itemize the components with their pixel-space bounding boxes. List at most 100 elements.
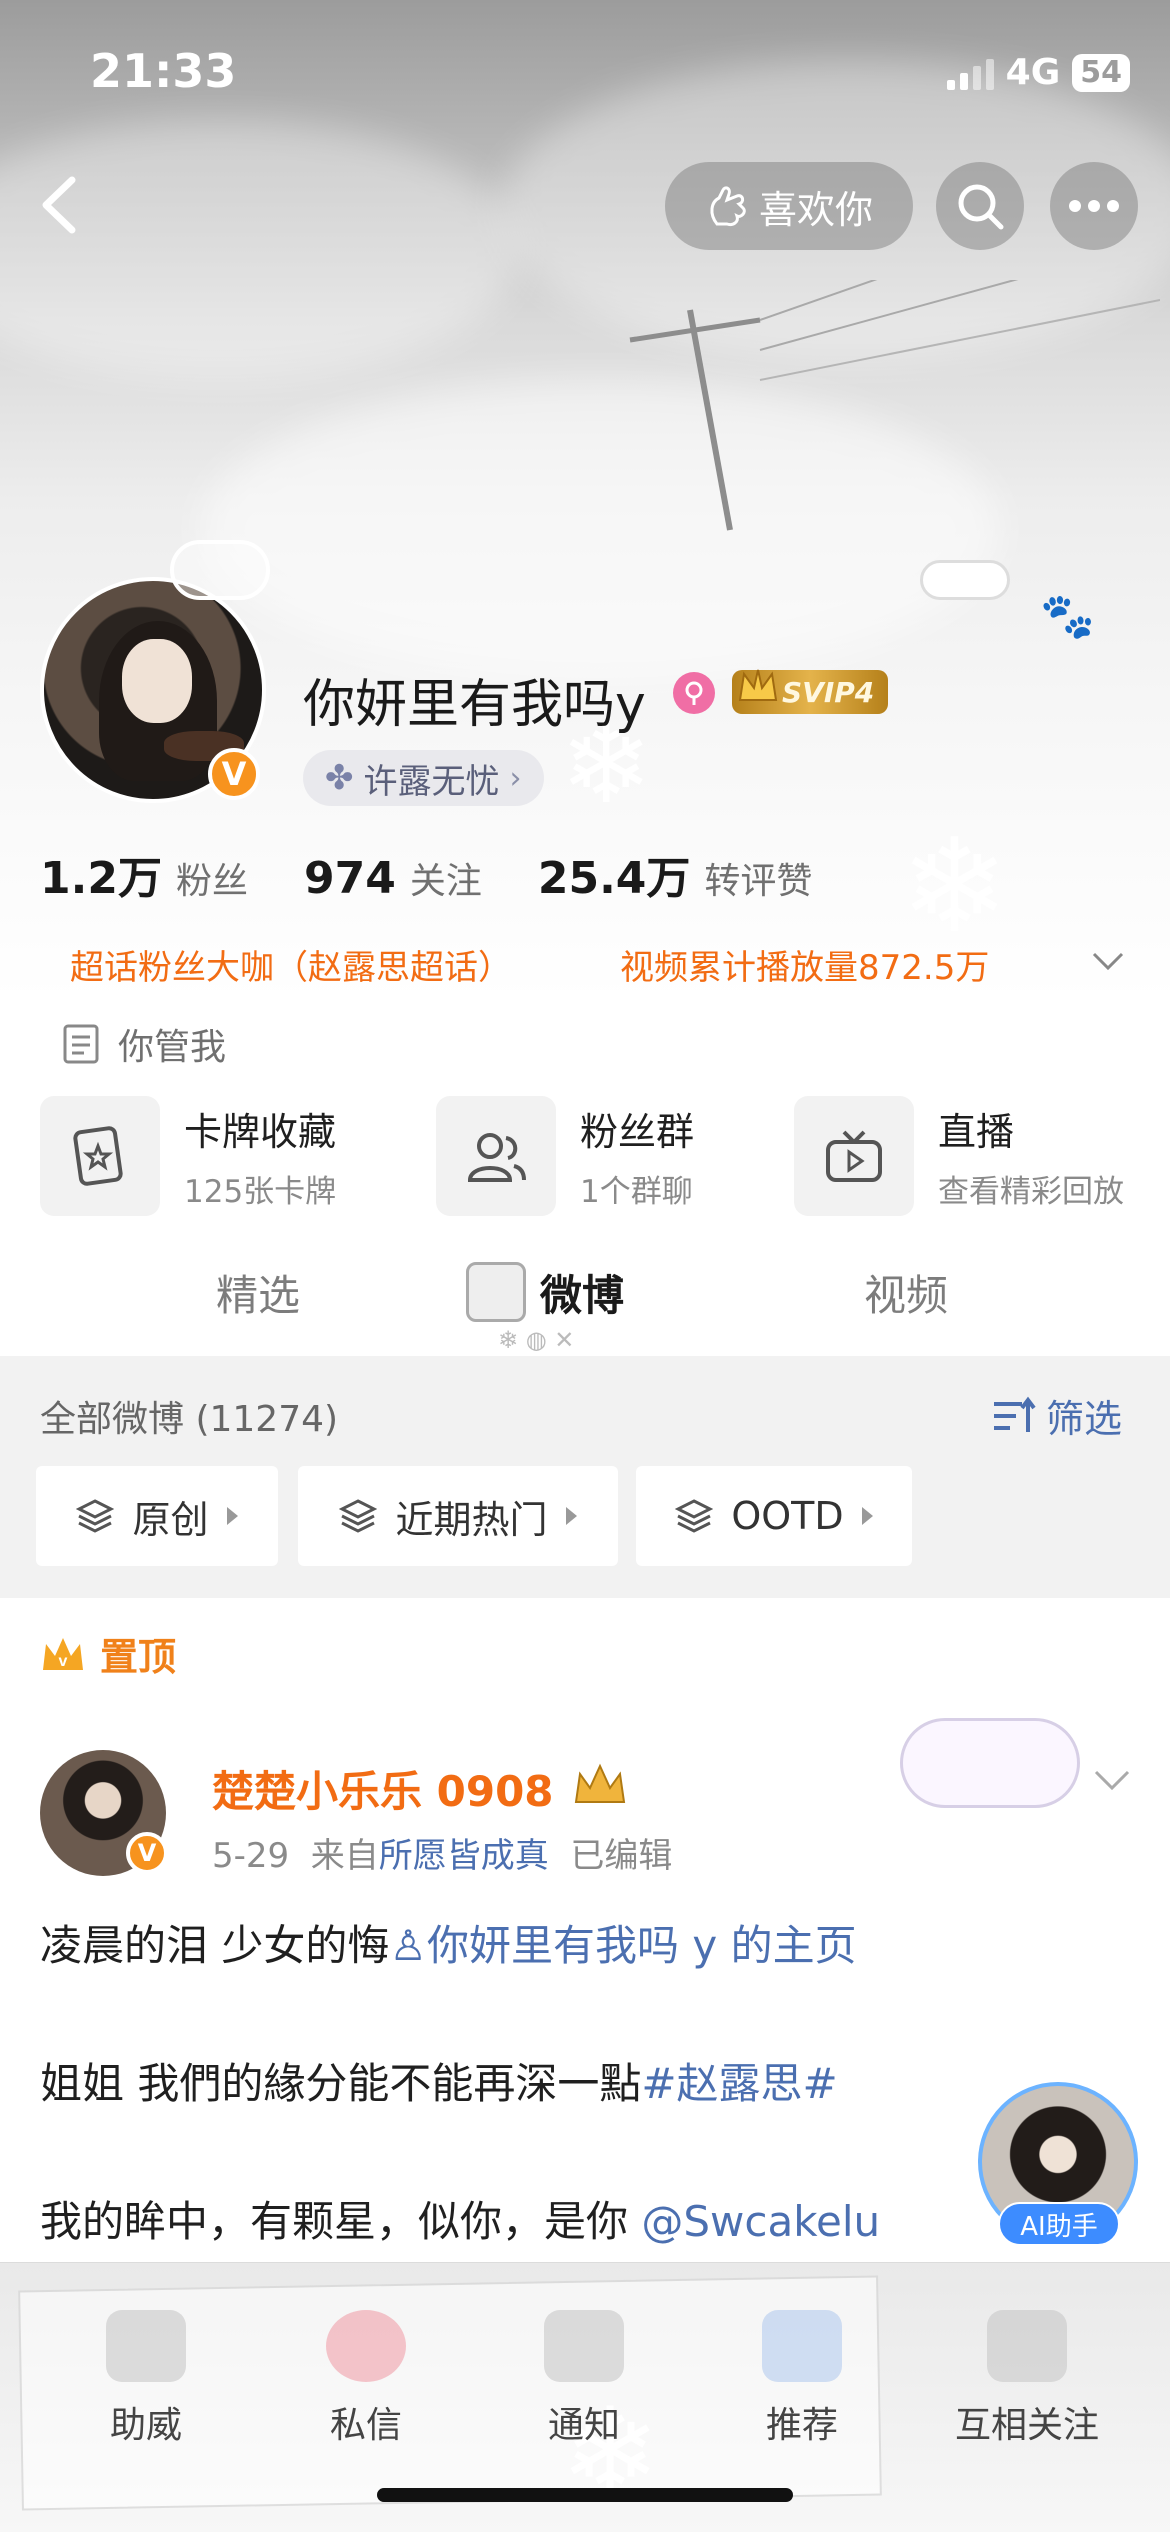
tab-featured[interactable]: 精选 xyxy=(216,1262,300,1323)
crown-icon xyxy=(738,669,778,701)
like-button[interactable]: 喜欢你 xyxy=(665,162,913,250)
tab-indicator-sticker-icon: ❄ ◍ ✕ xyxy=(498,1326,575,1354)
card-star-icon xyxy=(40,1096,160,1216)
post-line-2: 姐姐 我們的緣分能不能再深一點#赵露思# xyxy=(40,2050,838,2111)
fan-group-label: 许露无忧 xyxy=(363,761,500,802)
power-line-icon xyxy=(629,280,1160,531)
bone-sticker-icon xyxy=(920,560,1010,600)
post-from: 来自 xyxy=(310,1836,379,1876)
hand-icon xyxy=(710,186,746,226)
mutual-follow-label: 互相关注 xyxy=(954,2405,1099,2446)
recommend-label: 推荐 xyxy=(765,2405,838,2446)
pinned-text: 置顶 xyxy=(100,1635,177,1679)
chevron-left-icon xyxy=(42,176,76,234)
tree-icon xyxy=(544,2310,624,2382)
like-label: 喜欢你 xyxy=(758,187,873,232)
post-meta: 5-29 来自所愿皆成真 已编辑 xyxy=(212,1828,672,1877)
recommend-button[interactable]: 推荐 xyxy=(722,2310,882,2448)
paw-icon: 🐾 xyxy=(1040,591,1095,642)
layers-icon xyxy=(76,1499,115,1533)
caret-right-icon xyxy=(226,1507,238,1525)
notify-label: 通知 xyxy=(547,2405,620,2446)
cheer-label: 助威 xyxy=(109,2405,182,2446)
post-line-3: 我的眸中，有颗星，似你，是你 @Swcakelu xyxy=(40,2188,880,2249)
feed-count: 全部微博 (11274) xyxy=(40,1399,339,1440)
chip-ootd[interactable]: OOTD xyxy=(636,1466,912,1566)
post-source[interactable]: 所愿皆成真 xyxy=(379,1836,549,1876)
chip-original[interactable]: 原创 xyxy=(36,1466,278,1566)
more-icon xyxy=(1069,200,1119,212)
post-line-2-text: 姐姐 我們的緣分能不能再深一點 xyxy=(40,2059,642,2108)
search-icon xyxy=(958,184,1004,230)
fan-group-chat[interactable]: 粉丝群 1个群聊 xyxy=(436,1096,694,1216)
post-date: 5-29 xyxy=(212,1836,290,1876)
user-icon: ♙ xyxy=(389,1921,428,1970)
cheer-icon xyxy=(106,2310,186,2382)
following-count[interactable]: 974 xyxy=(304,853,396,904)
message-button[interactable]: 私信 xyxy=(286,2310,446,2448)
card-collection[interactable]: 卡牌收藏 125张卡牌 xyxy=(40,1096,336,1216)
post-line-1-text: 凌晨的泪 少女的悔 xyxy=(40,1921,390,1970)
post-author-name[interactable]: 楚楚小乐乐 0908 xyxy=(212,1758,554,1819)
caret-right-icon xyxy=(565,1507,577,1525)
live-title: 直播 xyxy=(938,1110,1015,1154)
document-icon xyxy=(63,1024,99,1064)
chip-recent-hot-label: 近期热门 xyxy=(395,1497,548,1542)
layers-icon xyxy=(675,1499,714,1533)
back-button[interactable] xyxy=(28,170,98,240)
chip-ootd-label: OOTD xyxy=(731,1494,844,1538)
notify-button[interactable]: 通知 xyxy=(504,2310,664,2448)
tv-icon xyxy=(794,1096,914,1216)
mention-link[interactable]: @Swcakelu xyxy=(641,2197,880,2246)
verified-badge-icon: V xyxy=(208,748,260,800)
post-edited: 已编辑 xyxy=(570,1836,673,1876)
chevron-right-icon: › xyxy=(509,760,522,796)
chip-original-label: 原创 xyxy=(132,1497,209,1542)
layers-icon xyxy=(339,1499,378,1533)
tab-weibo[interactable]: 微博 xyxy=(540,1262,624,1323)
filter-icon xyxy=(993,1396,1036,1432)
svg-text:v: v xyxy=(59,1653,68,1670)
followers-label[interactable]: 粉丝 xyxy=(176,852,248,904)
interactions-count[interactable]: 25.4万 xyxy=(538,842,691,906)
fan-group-title: 粉丝群 xyxy=(580,1110,695,1154)
card-collection-title: 卡牌收藏 xyxy=(184,1110,337,1154)
fan-group-pill[interactable]: ✤ 许露无忧 › xyxy=(303,750,544,806)
network-label: 4G xyxy=(1005,52,1061,93)
filter-button[interactable]: 筛选 xyxy=(992,1388,1122,1443)
verified-badge-icon: V xyxy=(126,1832,168,1874)
fan-group-sub: 1个群聊 xyxy=(580,1174,693,1210)
live-sub: 查看精彩回放 xyxy=(938,1174,1124,1210)
more-button[interactable] xyxy=(1050,162,1138,250)
home-indicator[interactable] xyxy=(377,2488,793,2502)
pinned-label: v 置顶 xyxy=(40,1626,176,1681)
heart-message-icon xyxy=(326,2310,406,2382)
clover-icon: ✤ xyxy=(325,758,354,798)
live-stream[interactable]: 直播 查看精彩回放 xyxy=(794,1096,1124,1216)
card-collection-sub: 125张卡牌 xyxy=(184,1174,337,1210)
topic-link[interactable]: #赵露思# xyxy=(641,2059,837,2108)
battery-icon: 54 xyxy=(1072,53,1130,92)
chevron-down-icon[interactable] xyxy=(1090,950,1126,974)
mutual-follow-button[interactable]: 互相关注 xyxy=(942,2310,1112,2448)
speaker-icon xyxy=(987,2310,1067,2382)
filter-label: 筛选 xyxy=(1045,1397,1122,1441)
interactions-label[interactable]: 转评赞 xyxy=(704,852,812,904)
supertopic-tag[interactable]: 超话粉丝大咖（赵露思超话） xyxy=(70,940,512,989)
group-icon xyxy=(436,1096,556,1216)
video-plays-tag[interactable]: 视频累计播放量872.5万 xyxy=(620,940,989,989)
status-right: 4G 54 xyxy=(946,52,1130,93)
followers-count[interactable]: 1.2万 xyxy=(40,842,162,906)
ai-helper-label[interactable]: AI助手 xyxy=(998,2202,1120,2246)
profile-link[interactable]: 你妍里有我吗 y 的主页 xyxy=(427,1921,857,1970)
tab-video[interactable]: 视频 xyxy=(864,1262,948,1323)
bio-text: 你管我 xyxy=(118,1027,227,1068)
chip-recent-hot[interactable]: 近期热门 xyxy=(298,1466,618,1566)
post-line-3-text: 我的眸中，有颗星，似你，是你 xyxy=(40,2197,629,2246)
house-icon xyxy=(762,2310,842,2382)
search-button[interactable] xyxy=(936,162,1024,250)
following-label[interactable]: 关注 xyxy=(410,852,482,904)
cheer-button[interactable]: 助威 xyxy=(66,2310,226,2448)
svip-badge[interactable]: SVIP4 xyxy=(732,669,889,714)
chevron-down-icon[interactable] xyxy=(1092,1768,1132,1794)
